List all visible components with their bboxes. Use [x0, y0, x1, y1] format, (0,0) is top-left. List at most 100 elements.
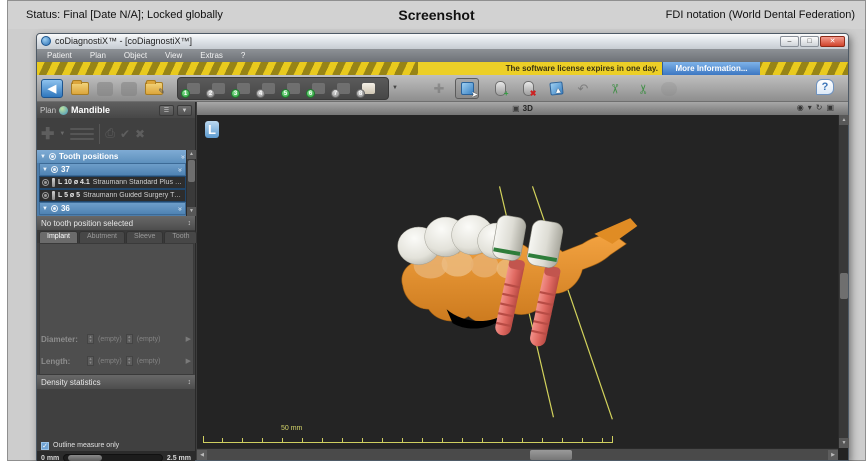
workflow-step-6[interactable]: 6: [306, 79, 331, 98]
scale-ruler: 50 mm: [203, 427, 613, 443]
implant-row-2[interactable]: L 5 ø 5 Straumann Guided Surgery T-SL...: [39, 189, 186, 202]
help-icon[interactable]: ?: [816, 79, 834, 95]
undo-icon: ↶: [573, 79, 593, 98]
collapse-toggle-icon[interactable]: ↕: [188, 379, 192, 386]
length-spinner-1[interactable]: ▲▼: [87, 356, 94, 366]
collapse-triangle-icon[interactable]: ▼: [40, 154, 46, 160]
outline-measure-checkbox[interactable]: ✓: [41, 442, 49, 450]
tooth-group-36[interactable]: ▼ 36 »: [39, 202, 186, 215]
object-visibility-toggle[interactable]: ➤: [455, 78, 479, 99]
view-3d-canvas[interactable]: L 50 mm: [197, 115, 838, 448]
scroll-thumb[interactable]: [840, 273, 848, 299]
density-statistics-header[interactable]: Density statistics ↕: [37, 375, 195, 389]
select-cube-icon[interactable]: ▲: [545, 79, 567, 98]
view-rotate-icon[interactable]: ↻: [816, 103, 823, 112]
scroll-left-icon[interactable]: ◀: [197, 450, 207, 460]
view-3d-panel: ▣ 3D ◉ ▾ ↻ ▣: [197, 102, 848, 460]
back-button[interactable]: ◀: [41, 79, 63, 98]
top-strip: Status: Final [Date N/A]; Locked globall…: [8, 1, 865, 29]
menu-help[interactable]: ?: [241, 51, 245, 60]
dental-3d-scene: [197, 115, 838, 448]
scroll-up-icon[interactable]: ▲: [187, 150, 196, 159]
scroll-down-icon[interactable]: ▼: [839, 438, 849, 448]
field-next-icon[interactable]: ▶: [186, 357, 191, 365]
tooth-positions-panel: ▼ Tooth positions » ▼ 37 » L 10: [37, 150, 195, 216]
sidebar: Plan Mandible ☰ ▼ ✚ ▼ ⎙ ✔ ✖: [37, 102, 196, 460]
view-3d-header[interactable]: ▣ 3D ◉ ▾ ↻ ▣: [197, 102, 848, 115]
slider-thumb[interactable]: [68, 455, 102, 461]
tab-implant[interactable]: Implant: [39, 231, 78, 243]
tooth-group-37[interactable]: ▼ 37 »: [39, 163, 186, 176]
diameter-spinner-2[interactable]: ▲▼: [126, 334, 133, 344]
cut-distal-icon[interactable]: ✂: [631, 79, 653, 98]
print-icon: [119, 79, 139, 98]
maximize-button[interactable]: □: [800, 36, 819, 47]
workflow-step-2[interactable]: 2: [206, 79, 231, 98]
tab-sleeve[interactable]: Sleeve: [126, 231, 163, 243]
implant-icon: [52, 178, 55, 187]
scroll-thumb[interactable]: [530, 450, 572, 460]
scroll-up-icon[interactable]: ▲: [839, 115, 849, 125]
row-eye-icon[interactable]: [42, 179, 49, 186]
mouse-add-icon[interactable]: +: [489, 79, 511, 98]
selection-header[interactable]: No tooth position selected ↕: [37, 216, 195, 230]
diameter-spinner-1[interactable]: ▲▼: [87, 334, 94, 344]
workflow-step-8[interactable]: 8: [356, 79, 381, 98]
sidebar-scrollbar[interactable]: ▲ ▼: [186, 150, 195, 216]
view-vertical-scrollbar[interactable]: ▲ ▼: [838, 115, 848, 448]
app-icon: [41, 36, 51, 46]
row-eye-icon[interactable]: [42, 192, 49, 199]
plan-list-button[interactable]: ☰: [159, 105, 174, 116]
workflow-step-5[interactable]: 5: [281, 79, 306, 98]
cut-mesial-icon[interactable]: ✂: [603, 79, 625, 98]
length-spinner-2[interactable]: ▲▼: [126, 356, 133, 366]
menu-view[interactable]: View: [165, 51, 182, 60]
tab-abutment[interactable]: Abutment: [79, 231, 125, 243]
field-next-icon[interactable]: ▶: [186, 335, 191, 343]
plan-dropdown-button[interactable]: ▼: [177, 105, 192, 116]
scale-label: 50 mm: [281, 425, 302, 432]
save-icon: [95, 79, 115, 98]
workflow-step-4[interactable]: 4: [256, 79, 281, 98]
minimize-button[interactable]: –: [780, 36, 799, 47]
measure-slider[interactable]: [63, 454, 163, 461]
tab-tooth[interactable]: Tooth: [164, 231, 197, 243]
scroll-down-icon[interactable]: ▼: [187, 207, 196, 216]
screenshot-canvas: Status: Final [Date N/A]; Locked globall…: [0, 0, 866, 461]
view-3d-icon: ▣: [512, 104, 520, 113]
workflow-step-group: 1 2 3 4 5 6 7 8: [177, 77, 389, 100]
mouse-delete-icon[interactable]: ✖: [517, 79, 539, 98]
workflow-step-7[interactable]: 7: [331, 79, 356, 98]
menu-object[interactable]: Object: [124, 51, 147, 60]
edit-plan-icon[interactable]: ✎: [143, 79, 165, 98]
title-bar[interactable]: coDiagnostiX™ - [coDiagnostiX™] – □ ✕: [37, 34, 848, 49]
visibility-eye-icon[interactable]: [49, 153, 56, 160]
menu-patient[interactable]: Patient: [47, 51, 72, 60]
window-title: coDiagnostiX™ - [coDiagnostiX™]: [55, 36, 192, 46]
view-dropdown-icon[interactable]: ▾: [808, 103, 812, 112]
plan-icon: [59, 106, 68, 115]
view-eye-icon[interactable]: ◉: [797, 103, 804, 112]
menu-plan[interactable]: Plan: [90, 51, 106, 60]
workflow-step-1[interactable]: 1: [181, 79, 206, 98]
app-window: coDiagnostiX™ - [coDiagnostiX™] – □ ✕ Pa…: [36, 33, 849, 461]
implant-tool-icon: ⎙: [105, 126, 115, 141]
scroll-right-icon[interactable]: ▶: [828, 450, 838, 460]
tooth-positions-header[interactable]: ▼ Tooth positions »: [37, 150, 195, 163]
workflow-dropdown-icon[interactable]: ▼: [392, 85, 398, 91]
scroll-thumb[interactable]: [188, 160, 195, 182]
collapse-toggle-icon[interactable]: ↕: [188, 220, 192, 227]
workflow-step-3[interactable]: 3: [231, 79, 256, 98]
license-warning-text: The software license expires in one day.: [506, 64, 658, 73]
close-button[interactable]: ✕: [820, 36, 845, 47]
implant-row-1[interactable]: L 10 ø 4.1 Straumann Standard Plus Ro...: [39, 176, 186, 189]
open-patient-icon[interactable]: [69, 79, 91, 98]
view-horizontal-scrollbar[interactable]: ◀ ▶: [197, 448, 838, 460]
view-snapshot-icon[interactable]: ▣: [826, 103, 834, 112]
delete-icon: ✖: [135, 127, 145, 141]
measure-slider-row: 0 mm 2.5 mm: [37, 451, 195, 461]
add-implant-icon: ✚: [41, 124, 54, 144]
expand-chevron-icon[interactable]: »: [179, 155, 186, 158]
menu-extras[interactable]: Extras: [200, 51, 223, 60]
more-information-button[interactable]: More Information...: [662, 62, 760, 75]
